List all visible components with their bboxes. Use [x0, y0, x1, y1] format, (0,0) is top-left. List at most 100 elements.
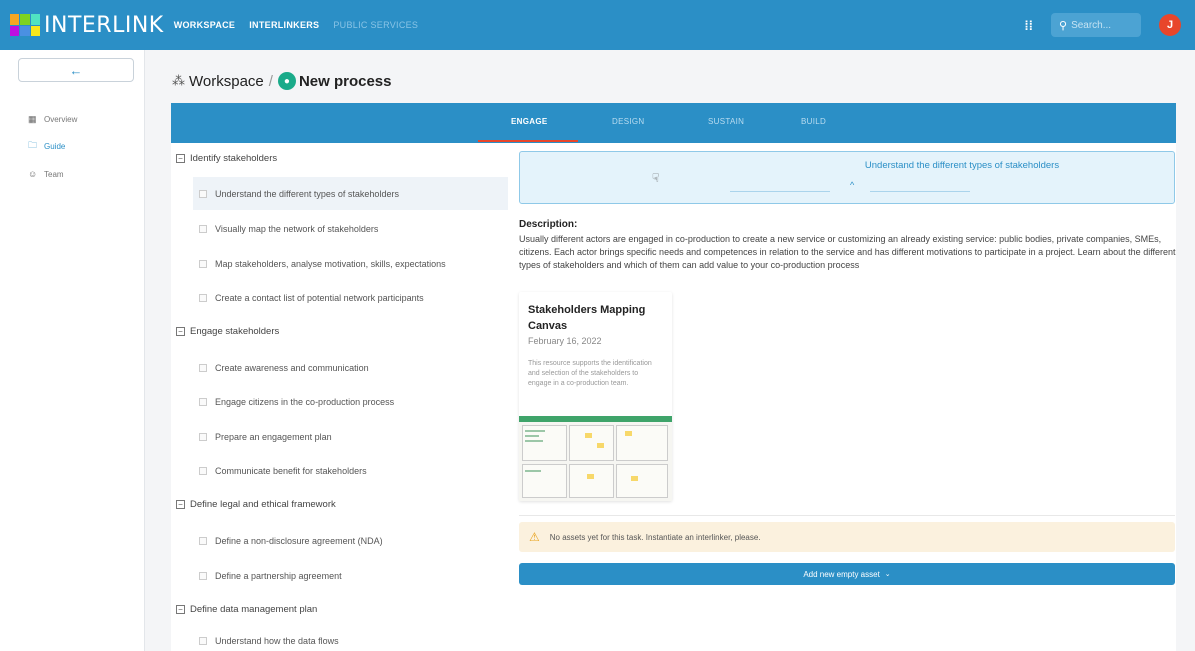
thumbnail-cell	[569, 425, 614, 461]
divider	[730, 191, 830, 192]
tree-group-label: Identify stakeholders	[190, 153, 278, 164]
tree-item[interactable]: Visually map the network of stakeholders	[193, 212, 508, 245]
tree-item[interactable]: Define a partnership agreement	[193, 559, 508, 592]
sidebar: ← ▦ Overview 🗀 Guide ☺ Team	[0, 50, 145, 651]
tree-item[interactable]: Understand the different types of stakeh…	[193, 177, 508, 210]
tree-group-engage-stakeholders[interactable]: − Engage stakeholders	[176, 326, 279, 337]
tree-group-identify-stakeholders[interactable]: − Identify stakeholders	[176, 153, 277, 164]
description-text: Usually different actors are engaged in …	[519, 234, 1176, 270]
search-input[interactable]	[1071, 19, 1132, 31]
task-checkbox-icon	[199, 259, 207, 268]
thumbnail-sticky-note	[597, 443, 604, 448]
main-nav: WORKSPACE INTERLINKERS PUBLIC SERVICES	[174, 20, 419, 30]
thumbnail-sticky-note	[631, 476, 638, 481]
add-new-empty-asset-button[interactable]: Add new empty asset ⌄	[519, 563, 1175, 585]
logo-mark-icon	[10, 14, 40, 36]
nav-public-services[interactable]: PUBLIC SERVICES	[333, 20, 418, 30]
tree-group-legal-framework[interactable]: − Define legal and ethical framework	[176, 499, 336, 510]
task-title: Understand the different types of stakeh…	[864, 160, 1060, 171]
sidebar-item-overview[interactable]: ▦ Overview	[28, 113, 77, 125]
tree-item[interactable]: Map stakeholders, analyse motivation, sk…	[193, 247, 508, 280]
task-checkbox-icon	[199, 224, 207, 233]
tab-design[interactable]: DESIGN	[612, 117, 644, 126]
tree-group-label: Engage stakeholders	[190, 326, 280, 337]
divider	[870, 191, 970, 192]
dashboard-icon: ▦	[28, 113, 37, 124]
tree-item-label: Create awareness and communication	[215, 362, 369, 373]
tree-item[interactable]: Prepare an engagement plan	[193, 420, 508, 453]
tree-item[interactable]: Define a non-disclosure agreement (NDA)	[193, 524, 508, 557]
no-assets-alert: ⚠ No assets yet for this task. Instantia…	[519, 522, 1175, 552]
tree-item[interactable]: Understand how the data flows	[193, 630, 508, 651]
team-icon: ☺	[28, 169, 38, 179]
back-button[interactable]: ←	[18, 58, 134, 82]
collapse-icon[interactable]: −	[176, 327, 185, 336]
tree-group-data-management[interactable]: − Define data management plan	[176, 604, 317, 615]
tree-item-label: Understand the different types of stakeh…	[215, 188, 399, 199]
task-header[interactable]: Understand the different types of stakeh…	[519, 151, 1175, 204]
breadcrumb-workspace[interactable]: Workspace	[189, 73, 264, 90]
chevron-down-icon: ⌄	[884, 571, 891, 578]
nav-workspace[interactable]: WORKSPACE	[174, 20, 236, 30]
nav-interlinkers[interactable]: INTERLINKERS	[249, 20, 319, 30]
thumbnail-line	[525, 435, 539, 437]
search-box[interactable]: ⚲	[1051, 13, 1141, 37]
sidebar-item-label: Guide	[44, 141, 66, 151]
task-checkbox-icon	[199, 536, 207, 545]
tree-item[interactable]: Communicate benefit for stakeholders	[193, 454, 508, 487]
process-icon: ●	[277, 72, 296, 90]
alert-text: No assets yet for this task. Instantiate…	[549, 532, 761, 542]
task-checkbox-icon	[199, 397, 207, 406]
tree-item-label: Visually map the network of stakeholders	[215, 223, 379, 234]
top-navbar: INTERLINK WORKSPACE INTERLINKERS PUBLIC …	[0, 0, 1195, 50]
arrow-left-icon: ←	[69, 62, 83, 78]
tree-group-label: Define legal and ethical framework	[190, 499, 336, 510]
tab-engage[interactable]: ENGAGE	[511, 117, 547, 126]
tree-item-label: Communicate benefit for stakeholders	[215, 465, 367, 476]
page-title: New process	[298, 72, 392, 90]
thumbnail-sticky-note	[587, 474, 594, 479]
tree-item-label: Define a non-disclosure agreement (NDA)	[215, 535, 383, 546]
tree-item-label: Prepare an engagement plan	[215, 431, 332, 442]
tree-item-label: Map stakeholders, analyse motivation, sk…	[215, 258, 446, 269]
breadcrumb: ⁂ Workspace / ● New process	[172, 72, 391, 90]
tree-item-label: Define a partnership agreement	[215, 570, 342, 581]
active-tab-indicator	[478, 140, 578, 142]
tab-build[interactable]: BUILD	[801, 117, 826, 126]
collapse-icon[interactable]: −	[176, 500, 185, 509]
card-thumbnail	[519, 416, 672, 501]
card-date: February 16, 2022	[528, 336, 602, 346]
description-label: Description:	[519, 219, 578, 230]
task-checkbox-icon	[199, 636, 207, 645]
thumbnail-line	[525, 470, 541, 472]
collapse-icon[interactable]: −	[176, 154, 185, 163]
breadcrumb-separator: /	[268, 72, 273, 90]
tree-item[interactable]: Create awareness and communication	[193, 351, 508, 384]
sidebar-item-guide[interactable]: 🗀 Guide	[28, 140, 65, 152]
tree-item[interactable]: Engage citizens in the co-production pro…	[193, 385, 508, 418]
avatar[interactable]: J	[1159, 14, 1181, 36]
thumbnail-sticky-note	[625, 431, 632, 436]
add-button-label: Add new empty asset	[803, 569, 880, 579]
warning-icon: ⚠	[529, 530, 540, 544]
collapse-icon[interactable]: −	[176, 605, 185, 614]
sidebar-item-label: Overview	[44, 114, 78, 124]
task-checkbox-icon	[199, 293, 207, 302]
tree-group-label: Define data management plan	[190, 604, 318, 615]
thumbnail-sticky-note	[585, 433, 592, 438]
tree-item-label: Understand how the data flows	[215, 635, 339, 646]
grid-icon[interactable]: ⁞⁞	[1024, 18, 1033, 33]
logo[interactable]: INTERLINK	[10, 13, 164, 38]
sidebar-item-label: Team	[44, 169, 64, 179]
search-icon: ⚲	[1059, 19, 1068, 32]
resource-card[interactable]: Stakeholders Mapping Canvas February 16,…	[519, 292, 672, 501]
workspace-icon: ⁂	[172, 73, 185, 88]
task-checkbox-icon	[199, 363, 207, 372]
tree-item-label: Create a contact list of potential netwo…	[215, 292, 424, 303]
folder-icon: 🗀	[28, 140, 38, 150]
tree-item[interactable]: Create a contact list of potential netwo…	[193, 281, 508, 314]
chevron-up-icon[interactable]: ^	[850, 180, 854, 190]
sidebar-item-team[interactable]: ☺ Team	[28, 168, 64, 180]
thumbnail-cell	[569, 464, 614, 498]
tab-sustain[interactable]: SUSTAIN	[708, 117, 744, 126]
